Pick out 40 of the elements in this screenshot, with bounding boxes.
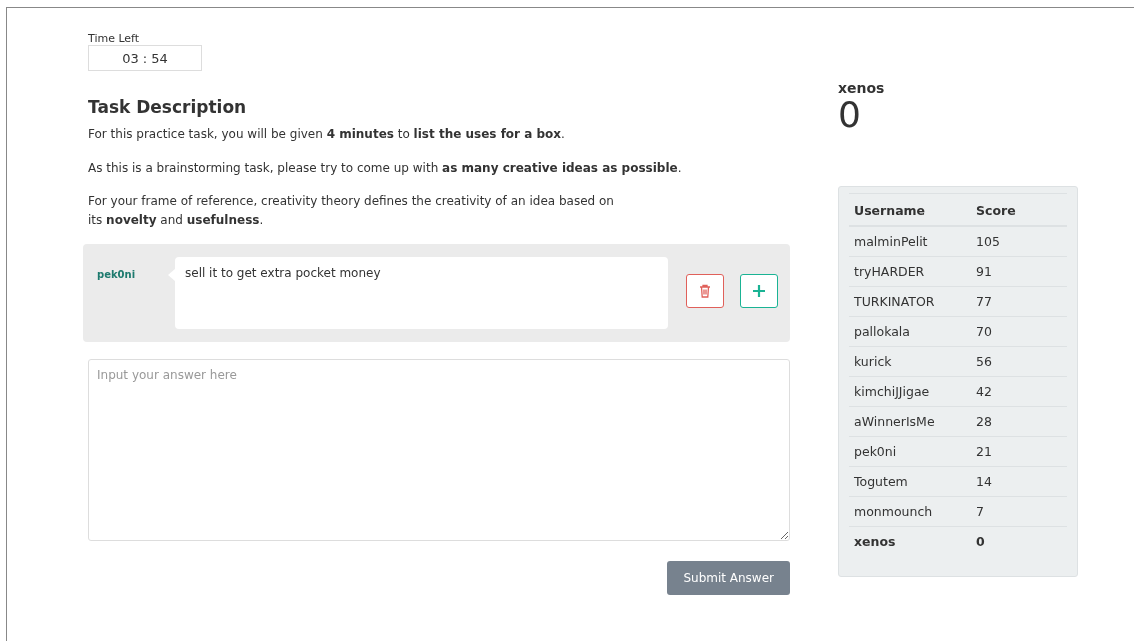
submit-button[interactable]: Submit Answer	[667, 561, 790, 596]
task-title: Task Description	[88, 97, 248, 117]
username-cell: monmounch	[849, 496, 972, 527]
timer-display: 03 : 54	[88, 45, 202, 71]
score-cell: 14	[971, 466, 1067, 497]
username-cell: pek0ni	[849, 436, 972, 467]
score-cell: 0	[971, 526, 1067, 556]
idea-text: sell it to get extra pocket money	[185, 266, 381, 281]
score-cell: 28	[971, 406, 1067, 437]
username-cell: aWinnerIsMe	[849, 406, 972, 437]
username-cell: tryHARDER	[849, 256, 972, 287]
idea-author: pek0ni	[97, 268, 137, 281]
score-cell: 77	[971, 286, 1067, 317]
player-name: xenos	[838, 80, 886, 96]
delete-button[interactable]	[686, 274, 724, 309]
username-cell: kurick	[849, 346, 972, 377]
add-button[interactable]	[740, 274, 778, 309]
trash-icon	[699, 284, 711, 299]
column-header: Score	[971, 193, 1067, 226]
task-paragraph: For your frame of reference, creativity theory defines the creativity of an idea based on its novelty and usefulness.	[88, 193, 615, 229]
score-cell: 91	[971, 256, 1067, 287]
task-paragraph: For this practice task, you will be given 4 minutes to list the uses for a box.	[88, 126, 566, 143]
score-cell: 70	[971, 316, 1067, 347]
username-cell: malminPelit	[849, 226, 972, 257]
column-header: Username	[849, 193, 972, 226]
score-cell: 7	[971, 496, 1067, 527]
username-cell: Togutem	[849, 466, 972, 497]
score-cell: 42	[971, 376, 1067, 407]
score-cell: 21	[971, 436, 1067, 467]
username-cell: kimchiJJigae	[849, 376, 972, 407]
answer-field[interactable]: Input your answer here	[88, 359, 790, 542]
player-score: 0	[838, 96, 862, 134]
score-cell: 105	[971, 226, 1067, 257]
username-cell: pallokala	[849, 316, 972, 347]
username-cell: TURKINATOR	[849, 286, 972, 317]
task-paragraph: As this is a brainstorming task, please try to come up with as many creative ideas as possible.	[88, 159, 683, 177]
username-cell: xenos	[849, 526, 972, 556]
timer-label: Time Left	[88, 32, 140, 45]
plus-icon	[752, 284, 766, 299]
score-cell: 56	[971, 346, 1067, 377]
